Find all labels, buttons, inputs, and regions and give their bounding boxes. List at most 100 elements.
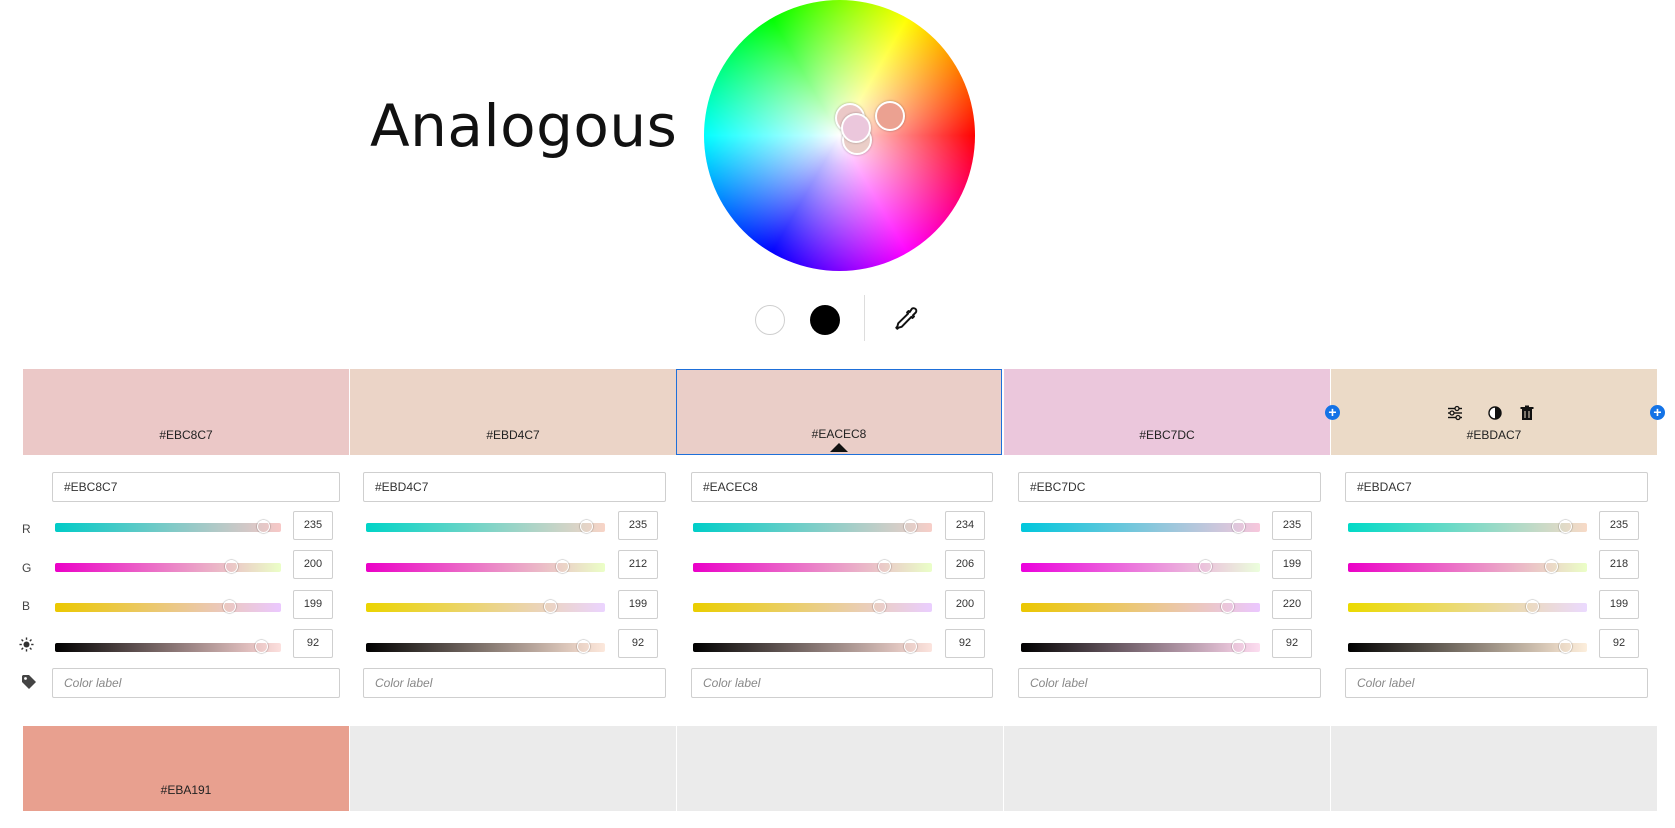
contrast-icon[interactable] — [1487, 405, 1503, 421]
green-value-5[interactable]: 218 — [1599, 550, 1639, 579]
blue-value-4[interactable]: 220 — [1272, 590, 1312, 619]
brightness-slider-3[interactable] — [693, 640, 932, 653]
red-value-5[interactable]: 235 — [1599, 511, 1639, 540]
brightness-slider-knob[interactable] — [904, 640, 918, 653]
blue-channel-label: B — [22, 599, 31, 613]
eyedropper-icon[interactable] — [893, 306, 919, 332]
brightness-slider-knob[interactable] — [1232, 640, 1246, 653]
white-mode-button[interactable] — [755, 305, 785, 335]
green-slider-5[interactable] — [1348, 560, 1587, 573]
green-value-2[interactable]: 212 — [618, 550, 658, 579]
black-mode-button[interactable] — [810, 305, 840, 335]
sliders-icon[interactable] — [1447, 405, 1463, 421]
red-slider-knob[interactable] — [256, 520, 270, 533]
swatch-hex: #EACEC8 — [811, 427, 867, 441]
hex-input-2[interactable] — [363, 472, 666, 502]
color-label-input-5[interactable] — [1345, 668, 1648, 698]
selected-caret-icon — [830, 443, 848, 452]
blue-slider-knob[interactable] — [223, 600, 237, 613]
brightness-slider-knob[interactable] — [577, 640, 591, 653]
green-slider-2[interactable] — [366, 560, 605, 573]
color-wheel[interactable] — [704, 0, 975, 271]
swatch-1[interactable]: #EBC8C7 — [23, 369, 349, 455]
green-slider-knob[interactable] — [878, 560, 892, 573]
brightness-slider-1[interactable] — [55, 640, 281, 653]
color-label-input-2[interactable] — [363, 668, 666, 698]
green-value-1[interactable]: 200 — [293, 550, 333, 579]
green-slider-4[interactable] — [1021, 560, 1260, 573]
bottom-swatch-4[interactable] — [1004, 726, 1330, 811]
blue-slider-knob[interactable] — [1526, 600, 1540, 613]
red-slider-knob[interactable] — [904, 520, 918, 533]
add-color-icon[interactable]: + — [1650, 405, 1665, 420]
brightness-slider-2[interactable] — [366, 640, 605, 653]
color-label-input-4[interactable] — [1018, 668, 1321, 698]
wheel-handle[interactable] — [875, 101, 905, 131]
blue-slider-1[interactable] — [55, 600, 281, 613]
brightness-value-2[interactable]: 92 — [618, 629, 658, 658]
red-value-1[interactable]: 235 — [293, 511, 333, 540]
red-slider-4[interactable] — [1021, 520, 1260, 533]
brightness-icon — [19, 637, 34, 652]
green-slider-knob[interactable] — [1545, 560, 1559, 573]
bottom-swatch-1[interactable]: #EBA191 — [23, 726, 349, 811]
red-slider-knob[interactable] — [1232, 520, 1246, 533]
hex-input-3[interactable] — [691, 472, 993, 502]
red-slider-1[interactable] — [55, 520, 281, 533]
green-value-4[interactable]: 199 — [1272, 550, 1312, 579]
green-channel-label: G — [22, 561, 32, 575]
blue-slider-4[interactable] — [1021, 600, 1260, 613]
brightness-slider-knob[interactable] — [1559, 640, 1573, 653]
trash-icon[interactable] — [1519, 405, 1535, 421]
hex-input-4[interactable] — [1018, 472, 1321, 502]
wheel-handle[interactable] — [841, 113, 871, 143]
color-label-input-1[interactable] — [52, 668, 340, 698]
red-slider-2[interactable] — [366, 520, 605, 533]
color-label-input-3[interactable] — [691, 668, 993, 698]
blue-value-1[interactable]: 199 — [293, 590, 333, 619]
divider — [864, 295, 865, 341]
red-value-2[interactable]: 235 — [618, 511, 658, 540]
red-channel-label: R — [22, 522, 31, 536]
brightness-value-5[interactable]: 92 — [1599, 629, 1639, 658]
brightness-value-3[interactable]: 92 — [945, 629, 985, 658]
swatch-2[interactable]: #EBD4C7 — [350, 369, 676, 455]
blue-value-3[interactable]: 200 — [945, 590, 985, 619]
bottom-swatch-5[interactable] — [1331, 726, 1657, 811]
green-slider-knob[interactable] — [1199, 560, 1213, 573]
hex-input-5[interactable] — [1345, 472, 1648, 502]
swatch-hex: #EBA191 — [160, 783, 212, 797]
red-slider-3[interactable] — [693, 520, 932, 533]
blue-slider-knob[interactable] — [873, 600, 887, 613]
swatch-hex: #EBDAC7 — [1466, 428, 1522, 442]
bottom-swatch-2[interactable] — [350, 726, 676, 811]
blue-slider-knob[interactable] — [544, 600, 558, 613]
swatch-3-selected[interactable]: #EACEC8 — [676, 369, 1002, 455]
green-slider-knob[interactable] — [555, 560, 569, 573]
red-value-4[interactable]: 235 — [1272, 511, 1312, 540]
blue-slider-2[interactable] — [366, 600, 605, 613]
green-slider-1[interactable] — [55, 560, 281, 573]
blue-slider-3[interactable] — [693, 600, 932, 613]
add-color-icon[interactable]: + — [1325, 405, 1340, 420]
blue-value-5[interactable]: 199 — [1599, 590, 1639, 619]
brightness-slider-knob[interactable] — [254, 640, 268, 653]
red-slider-knob[interactable] — [579, 520, 593, 533]
blue-value-2[interactable]: 199 — [618, 590, 658, 619]
hex-input-1[interactable] — [52, 472, 340, 502]
swatch-4[interactable]: #EBC7DC — [1004, 369, 1330, 455]
blue-slider-5[interactable] — [1348, 600, 1587, 613]
brightness-value-1[interactable]: 92 — [293, 629, 333, 658]
bottom-swatch-3[interactable] — [677, 726, 1003, 811]
brightness-slider-4[interactable] — [1021, 640, 1260, 653]
blue-slider-knob[interactable] — [1220, 600, 1234, 613]
green-value-3[interactable]: 206 — [945, 550, 985, 579]
green-slider-knob[interactable] — [225, 560, 239, 573]
brightness-value-4[interactable]: 92 — [1272, 629, 1312, 658]
swatch-hex: #EBD4C7 — [486, 428, 540, 442]
red-slider-knob[interactable] — [1559, 520, 1573, 533]
green-slider-3[interactable] — [693, 560, 932, 573]
red-slider-5[interactable] — [1348, 520, 1587, 533]
red-value-3[interactable]: 234 — [945, 511, 985, 540]
brightness-slider-5[interactable] — [1348, 640, 1587, 653]
